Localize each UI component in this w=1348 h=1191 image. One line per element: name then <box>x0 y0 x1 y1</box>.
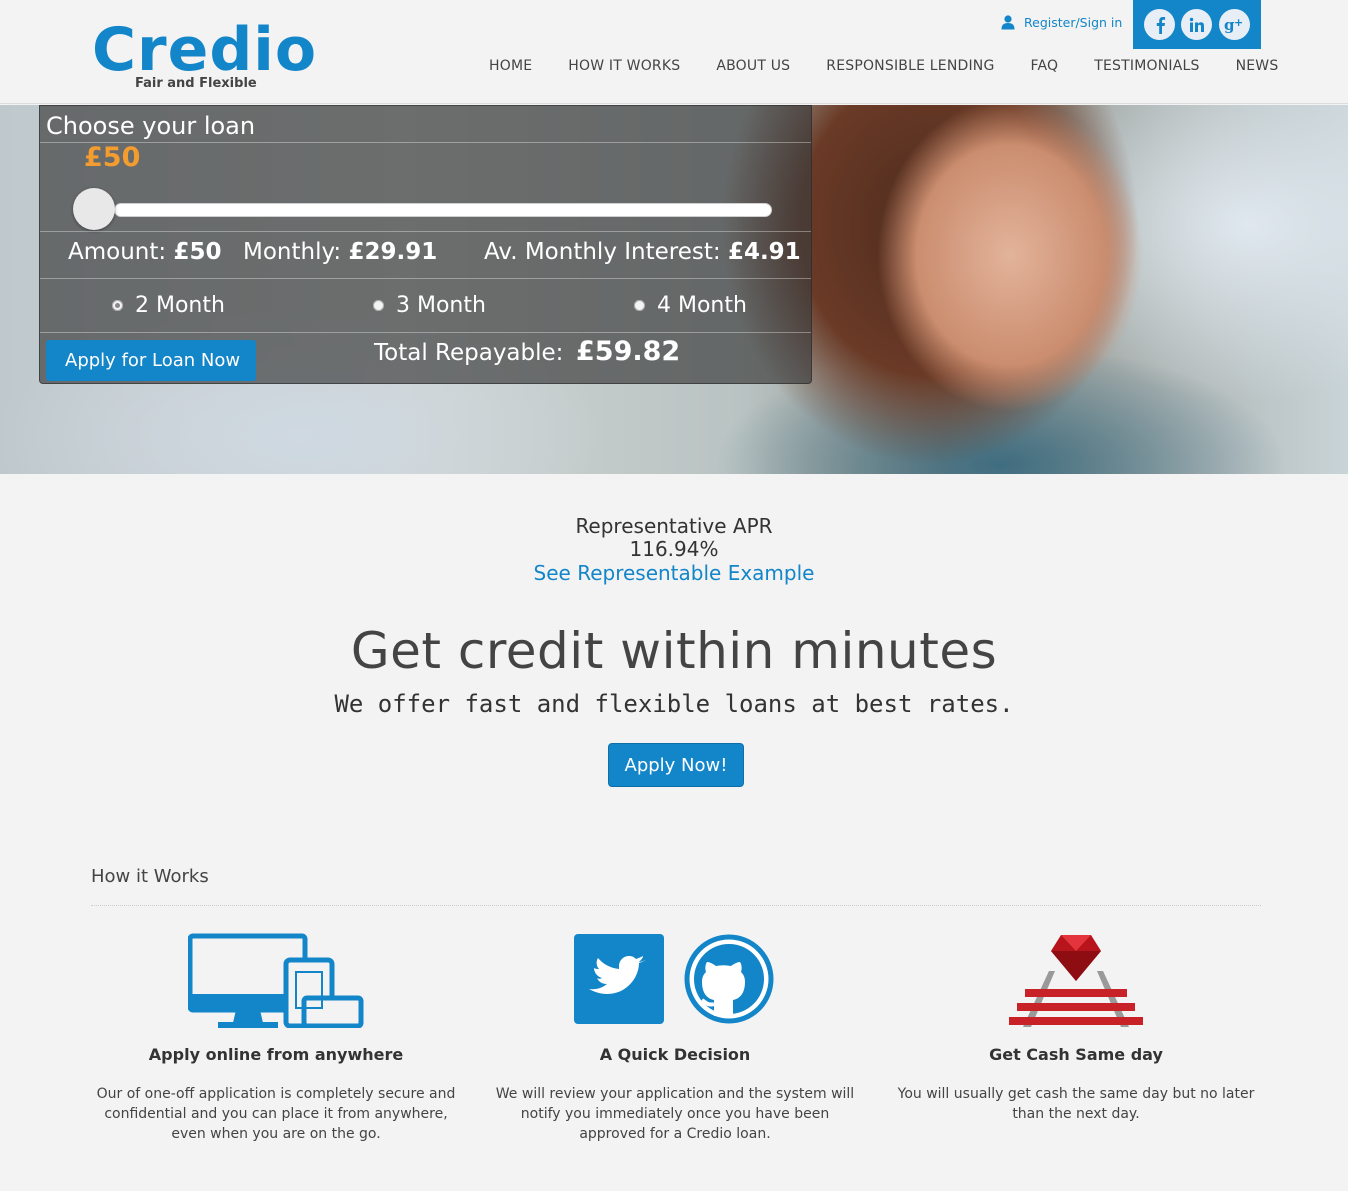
hero-banner: Choose your loan £50 Amount: £50 Monthly… <box>0 105 1348 474</box>
divider <box>40 332 811 333</box>
term-label: 4 Month <box>657 293 747 318</box>
nav-faq[interactable]: FAQ <box>1031 58 1059 74</box>
interest-label: Av. Monthly Interest: <box>484 239 721 265</box>
term-label: 2 Month <box>135 293 225 318</box>
register-sign-in-link[interactable]: Register/Sign in <box>1024 15 1122 30</box>
logo-wordmark: Credio <box>92 15 318 85</box>
divider <box>40 278 811 279</box>
how-it-works-title: How it Works <box>91 866 209 887</box>
total-repayable-label: Total Repayable: <box>374 340 564 366</box>
amount-label: Amount: <box>68 239 167 265</box>
term-option-3-month[interactable]: 3 Month <box>373 293 486 318</box>
logo-tagline: Fair and Flexible <box>135 76 257 91</box>
nav-responsible-lending[interactable]: RESPONSIBLE LENDING <box>826 58 994 74</box>
nav-about-us[interactable]: ABOUT US <box>716 58 790 74</box>
apply-for-loan-button[interactable]: Apply for Loan Now <box>46 340 256 381</box>
feature-cash-same-day: Get Cash Same day You will usually get c… <box>891 930 1261 1124</box>
user-icon <box>1001 15 1015 30</box>
feature-text: You will usually get cash the same day b… <box>897 1086 1255 1122</box>
radio-button[interactable] <box>373 300 384 311</box>
main-nav: HOME HOW IT WORKS ABOUT US RESPONSIBLE L… <box>489 58 1278 74</box>
page-subheadline: We offer fast and flexible loans at best… <box>334 690 1014 718</box>
selected-amount: £50 <box>84 142 141 173</box>
term-option-2-month[interactable]: 2 Month <box>112 293 225 318</box>
feature-text: We will review your application and the … <box>495 1086 855 1142</box>
divider <box>40 142 811 143</box>
term-label: 3 Month <box>396 293 486 318</box>
loan-calculator: Choose your loan £50 Amount: £50 Monthly… <box>39 105 812 384</box>
svg-text:+: + <box>1234 16 1243 29</box>
loan-amount-slider[interactable] <box>114 203 772 217</box>
representative-apr: Representative APR 116.94% See Represent… <box>0 514 1348 585</box>
total-repayable-value: £59.82 <box>576 336 681 367</box>
apr-value: 116.94% <box>629 537 719 561</box>
facebook-icon[interactable] <box>1144 9 1176 40</box>
feature-text: Our of one-off application is completely… <box>96 1086 456 1142</box>
apr-title: Representative APR <box>575 514 773 538</box>
page-headline: Get credit within minutes <box>350 622 998 680</box>
monthly-value: £29.91 <box>348 239 438 265</box>
interest-value: £4.91 <box>727 239 801 265</box>
twitter-github-icon <box>490 930 860 1030</box>
monthly-stat: Monthly: £29.91 <box>243 239 437 265</box>
amount-value: £50 <box>173 239 222 265</box>
calculator-title: Choose your loan <box>46 112 256 140</box>
logo[interactable]: Credio Fair and Flexible <box>92 15 318 91</box>
nav-testimonials[interactable]: TESTIMONIALS <box>1094 58 1199 74</box>
feature-title: Apply online from anywhere <box>148 1045 404 1064</box>
feature-title: A Quick Decision <box>599 1045 751 1064</box>
feature-apply-online: Apply online from anywhere Our of one-of… <box>91 930 461 1144</box>
social-links: g + <box>1133 0 1261 49</box>
account-links: Register/Sign in <box>1000 14 1122 30</box>
divider <box>40 231 811 232</box>
feature-quick-decision: A Quick Decision We will review your app… <box>490 930 860 1144</box>
nav-news[interactable]: NEWS <box>1236 58 1279 74</box>
nav-how-it-works[interactable]: HOW IT WORKS <box>568 58 680 74</box>
monthly-label: Monthly: <box>243 239 342 265</box>
representative-example-link[interactable]: See Representable Example <box>0 561 1348 585</box>
radio-button[interactable] <box>634 300 645 311</box>
nav-home[interactable]: HOME <box>489 58 532 74</box>
feature-title: Get Cash Same day <box>989 1045 1163 1064</box>
slider-handle[interactable] <box>73 188 115 230</box>
linkedin-icon[interactable] <box>1181 9 1213 40</box>
divider <box>91 905 1261 906</box>
ruby-rails-icon <box>891 930 1261 1030</box>
radio-button[interactable] <box>112 300 123 311</box>
term-option-4-month[interactable]: 4 Month <box>634 293 747 318</box>
site-header: Credio Fair and Flexible Register/Sign i… <box>0 0 1348 104</box>
amount-stat: Amount: £50 <box>68 239 221 265</box>
devices-icon <box>91 930 461 1030</box>
google-plus-icon[interactable]: g + <box>1218 9 1250 40</box>
interest-stat: Av. Monthly Interest: £4.91 <box>484 239 801 265</box>
apply-now-button[interactable]: Apply Now! <box>608 743 744 787</box>
